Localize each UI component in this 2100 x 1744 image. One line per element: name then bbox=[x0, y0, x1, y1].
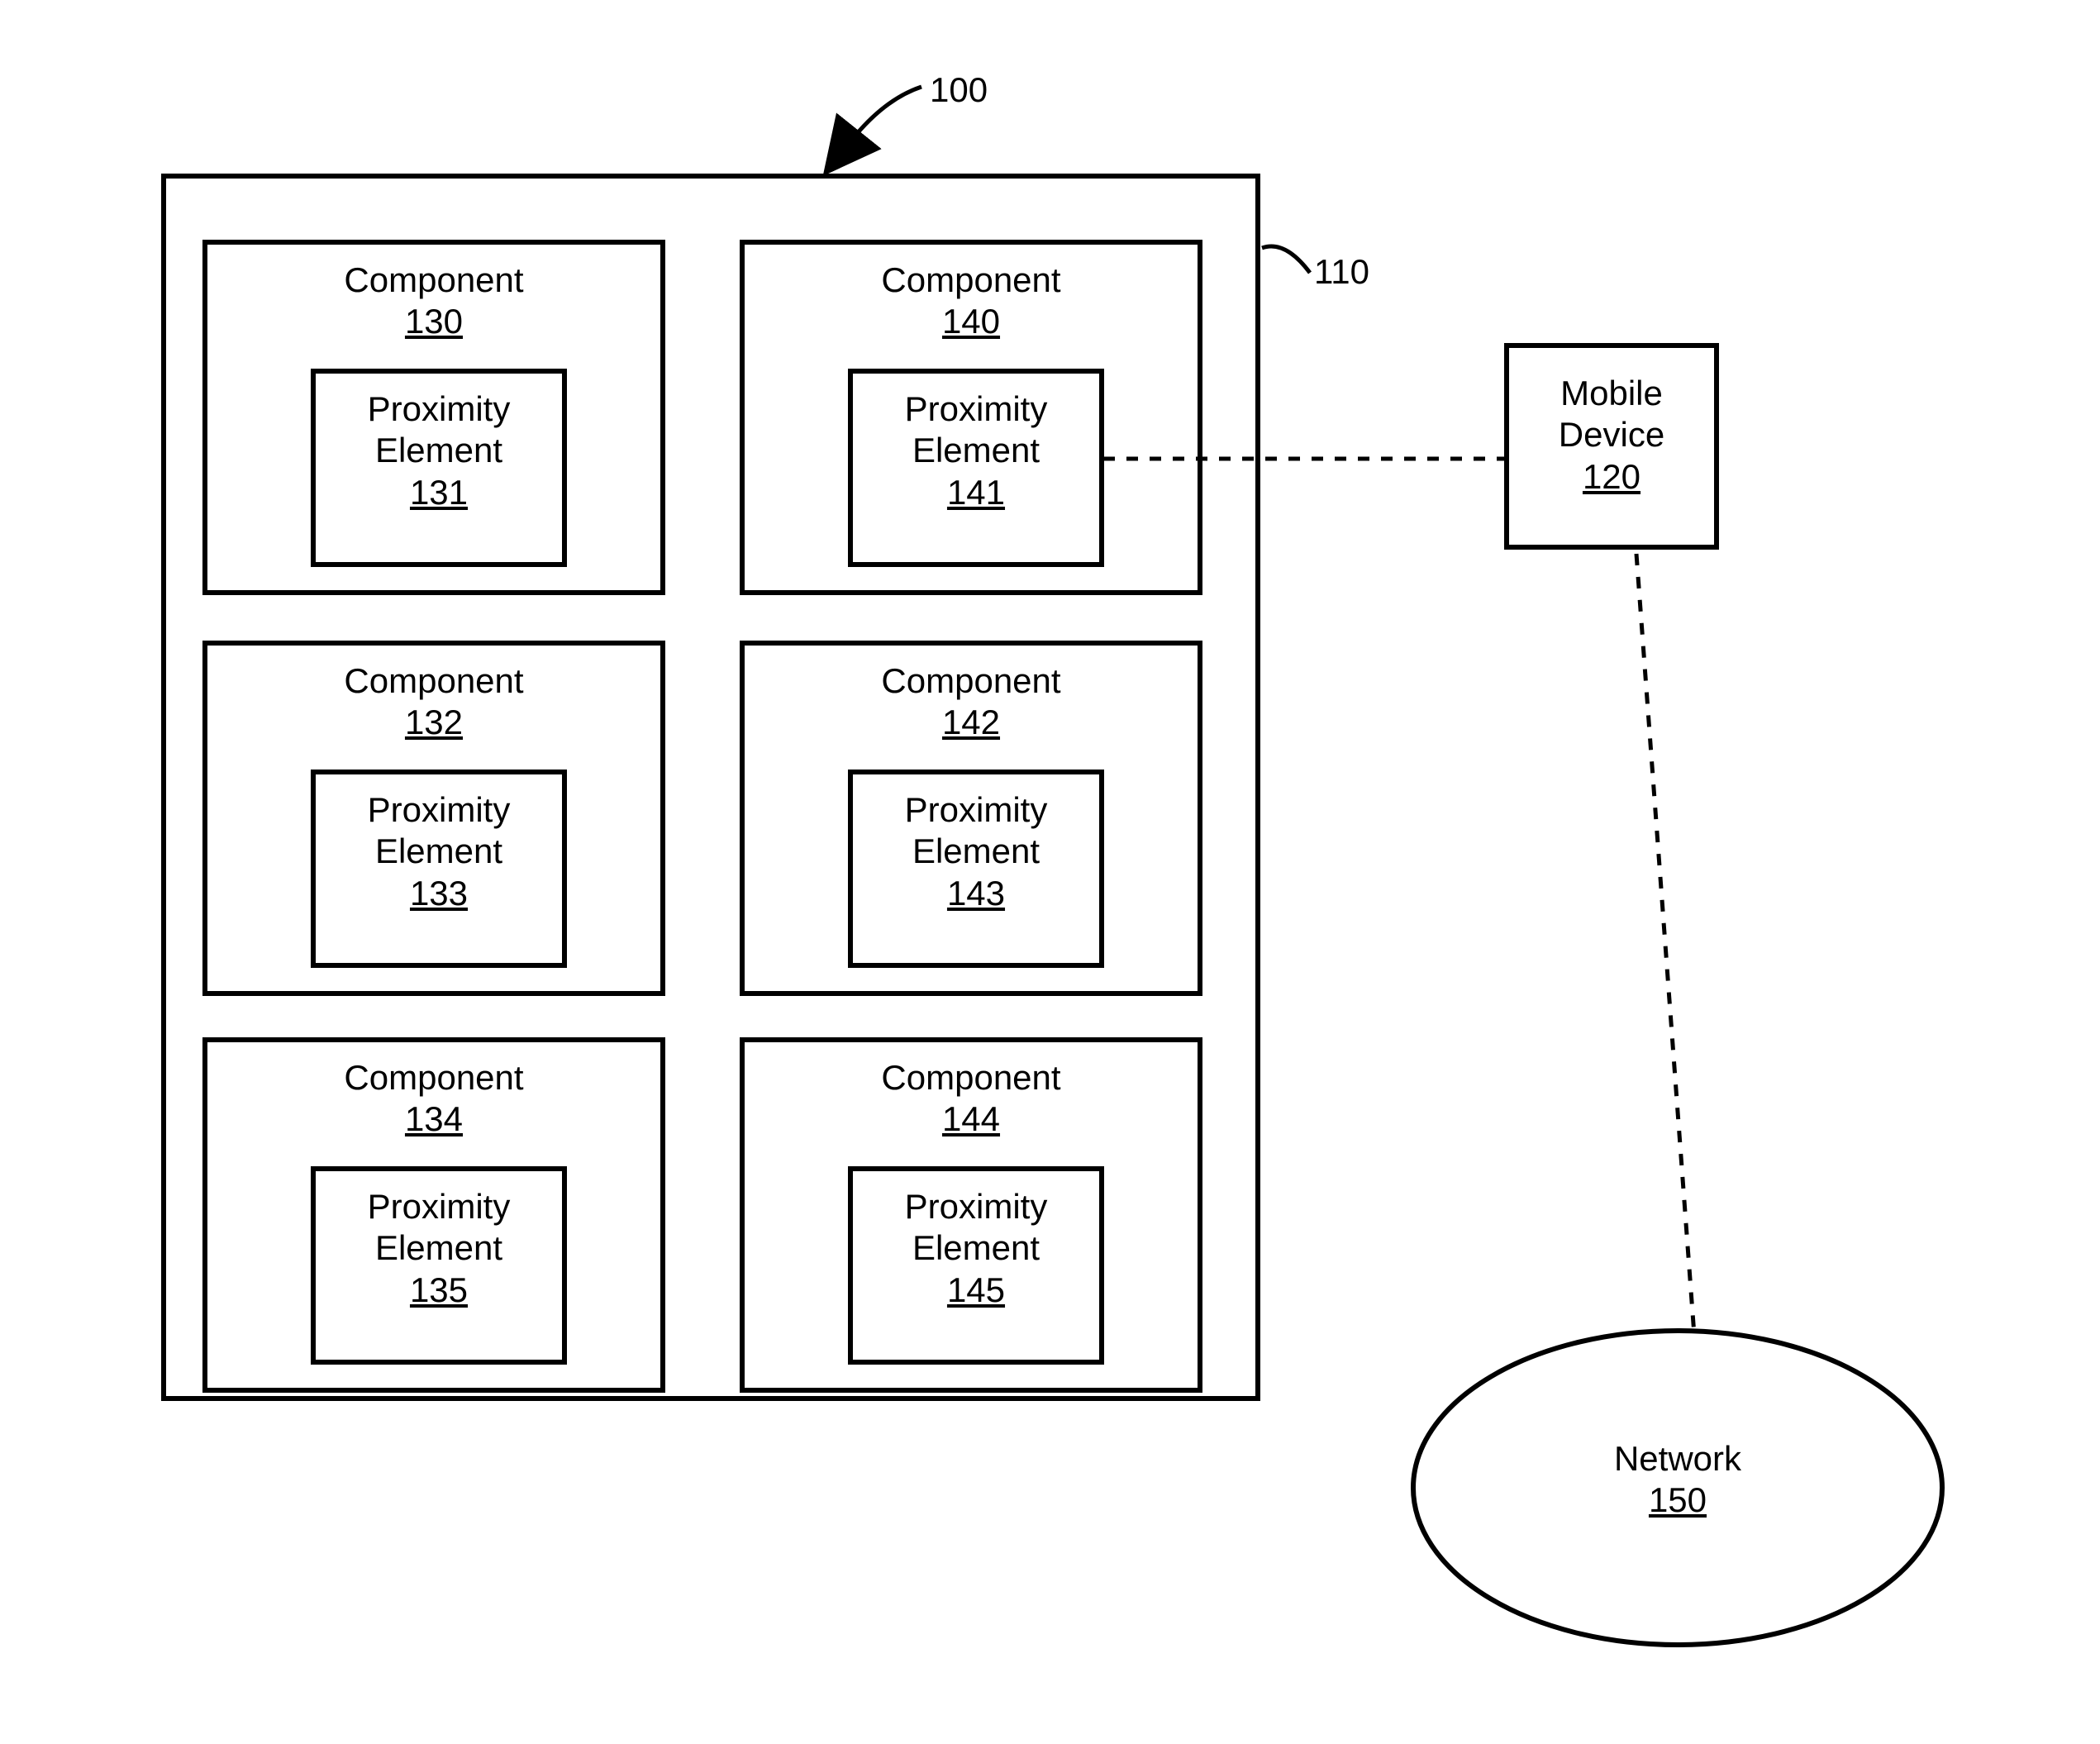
component-word: Component bbox=[881, 260, 1060, 299]
component-word: Component bbox=[881, 661, 1060, 700]
component-word: Component bbox=[344, 260, 523, 299]
prox-word: Proximity Element bbox=[368, 1187, 511, 1267]
component-ref: 144 bbox=[942, 1099, 1000, 1138]
network-label: Network 150 bbox=[1529, 1438, 1826, 1522]
proximity-141: Proximity Element 141 bbox=[848, 369, 1104, 567]
component-word: Component bbox=[344, 1058, 523, 1097]
container-ref-110: 110 bbox=[1314, 252, 1369, 292]
proximity-133: Proximity Element 133 bbox=[311, 770, 567, 968]
component-ref: 140 bbox=[942, 302, 1000, 341]
component-label: Component 140 bbox=[745, 260, 1198, 343]
component-word: Component bbox=[344, 661, 523, 700]
prox-ref: 131 bbox=[410, 473, 468, 512]
proximity-135: Proximity Element 135 bbox=[311, 1166, 567, 1365]
component-132: Component 132 Proximity Element 133 bbox=[202, 641, 665, 996]
mobile-word: Mobile Device bbox=[1559, 374, 1664, 454]
prox-label: Proximity Element 143 bbox=[853, 789, 1099, 914]
component-140: Component 140 Proximity Element 141 bbox=[740, 240, 1202, 595]
component-label: Component 142 bbox=[745, 660, 1198, 744]
proximity-145: Proximity Element 145 bbox=[848, 1166, 1104, 1365]
prox-ref: 143 bbox=[947, 874, 1005, 913]
prox-label: Proximity Element 131 bbox=[316, 388, 562, 513]
component-ref: 142 bbox=[942, 703, 1000, 741]
prox-ref: 145 bbox=[947, 1270, 1005, 1309]
component-label: Component 144 bbox=[745, 1057, 1198, 1141]
prox-word: Proximity Element bbox=[368, 790, 511, 870]
prox-word: Proximity Element bbox=[905, 790, 1048, 870]
fig-ref-100: 100 bbox=[930, 70, 988, 110]
component-ref: 132 bbox=[405, 703, 463, 741]
prox-label: Proximity Element 135 bbox=[316, 1186, 562, 1311]
prox-label: Proximity Element 145 bbox=[853, 1186, 1099, 1311]
diagram-canvas: Component 130 Proximity Element 131 Comp… bbox=[0, 0, 2100, 1744]
mobile-ref: 120 bbox=[1583, 457, 1640, 496]
component-word: Component bbox=[881, 1058, 1060, 1097]
component-label: Component 130 bbox=[207, 260, 660, 343]
prox-word: Proximity Element bbox=[905, 1187, 1048, 1267]
prox-ref: 141 bbox=[947, 473, 1005, 512]
proximity-131: Proximity Element 131 bbox=[311, 369, 567, 567]
prox-label: Proximity Element 133 bbox=[316, 789, 562, 914]
prox-ref: 133 bbox=[410, 874, 468, 913]
component-142: Component 142 Proximity Element 143 bbox=[740, 641, 1202, 996]
network-word: Network bbox=[1614, 1439, 1741, 1478]
mobile-device-box: Mobile Device 120 bbox=[1504, 343, 1719, 550]
network-ref: 150 bbox=[1649, 1480, 1707, 1519]
prox-ref: 135 bbox=[410, 1270, 468, 1309]
mobile-label: Mobile Device 120 bbox=[1509, 373, 1714, 498]
component-134: Component 134 Proximity Element 135 bbox=[202, 1037, 665, 1393]
prox-word: Proximity Element bbox=[905, 389, 1048, 469]
proximity-143: Proximity Element 143 bbox=[848, 770, 1104, 968]
component-ref: 130 bbox=[405, 302, 463, 341]
component-144: Component 144 Proximity Element 145 bbox=[740, 1037, 1202, 1393]
prox-word: Proximity Element bbox=[368, 389, 511, 469]
component-label: Component 132 bbox=[207, 660, 660, 744]
component-130: Component 130 Proximity Element 131 bbox=[202, 240, 665, 595]
component-ref: 134 bbox=[405, 1099, 463, 1138]
prox-label: Proximity Element 141 bbox=[853, 388, 1099, 513]
component-label: Component 134 bbox=[207, 1057, 660, 1141]
